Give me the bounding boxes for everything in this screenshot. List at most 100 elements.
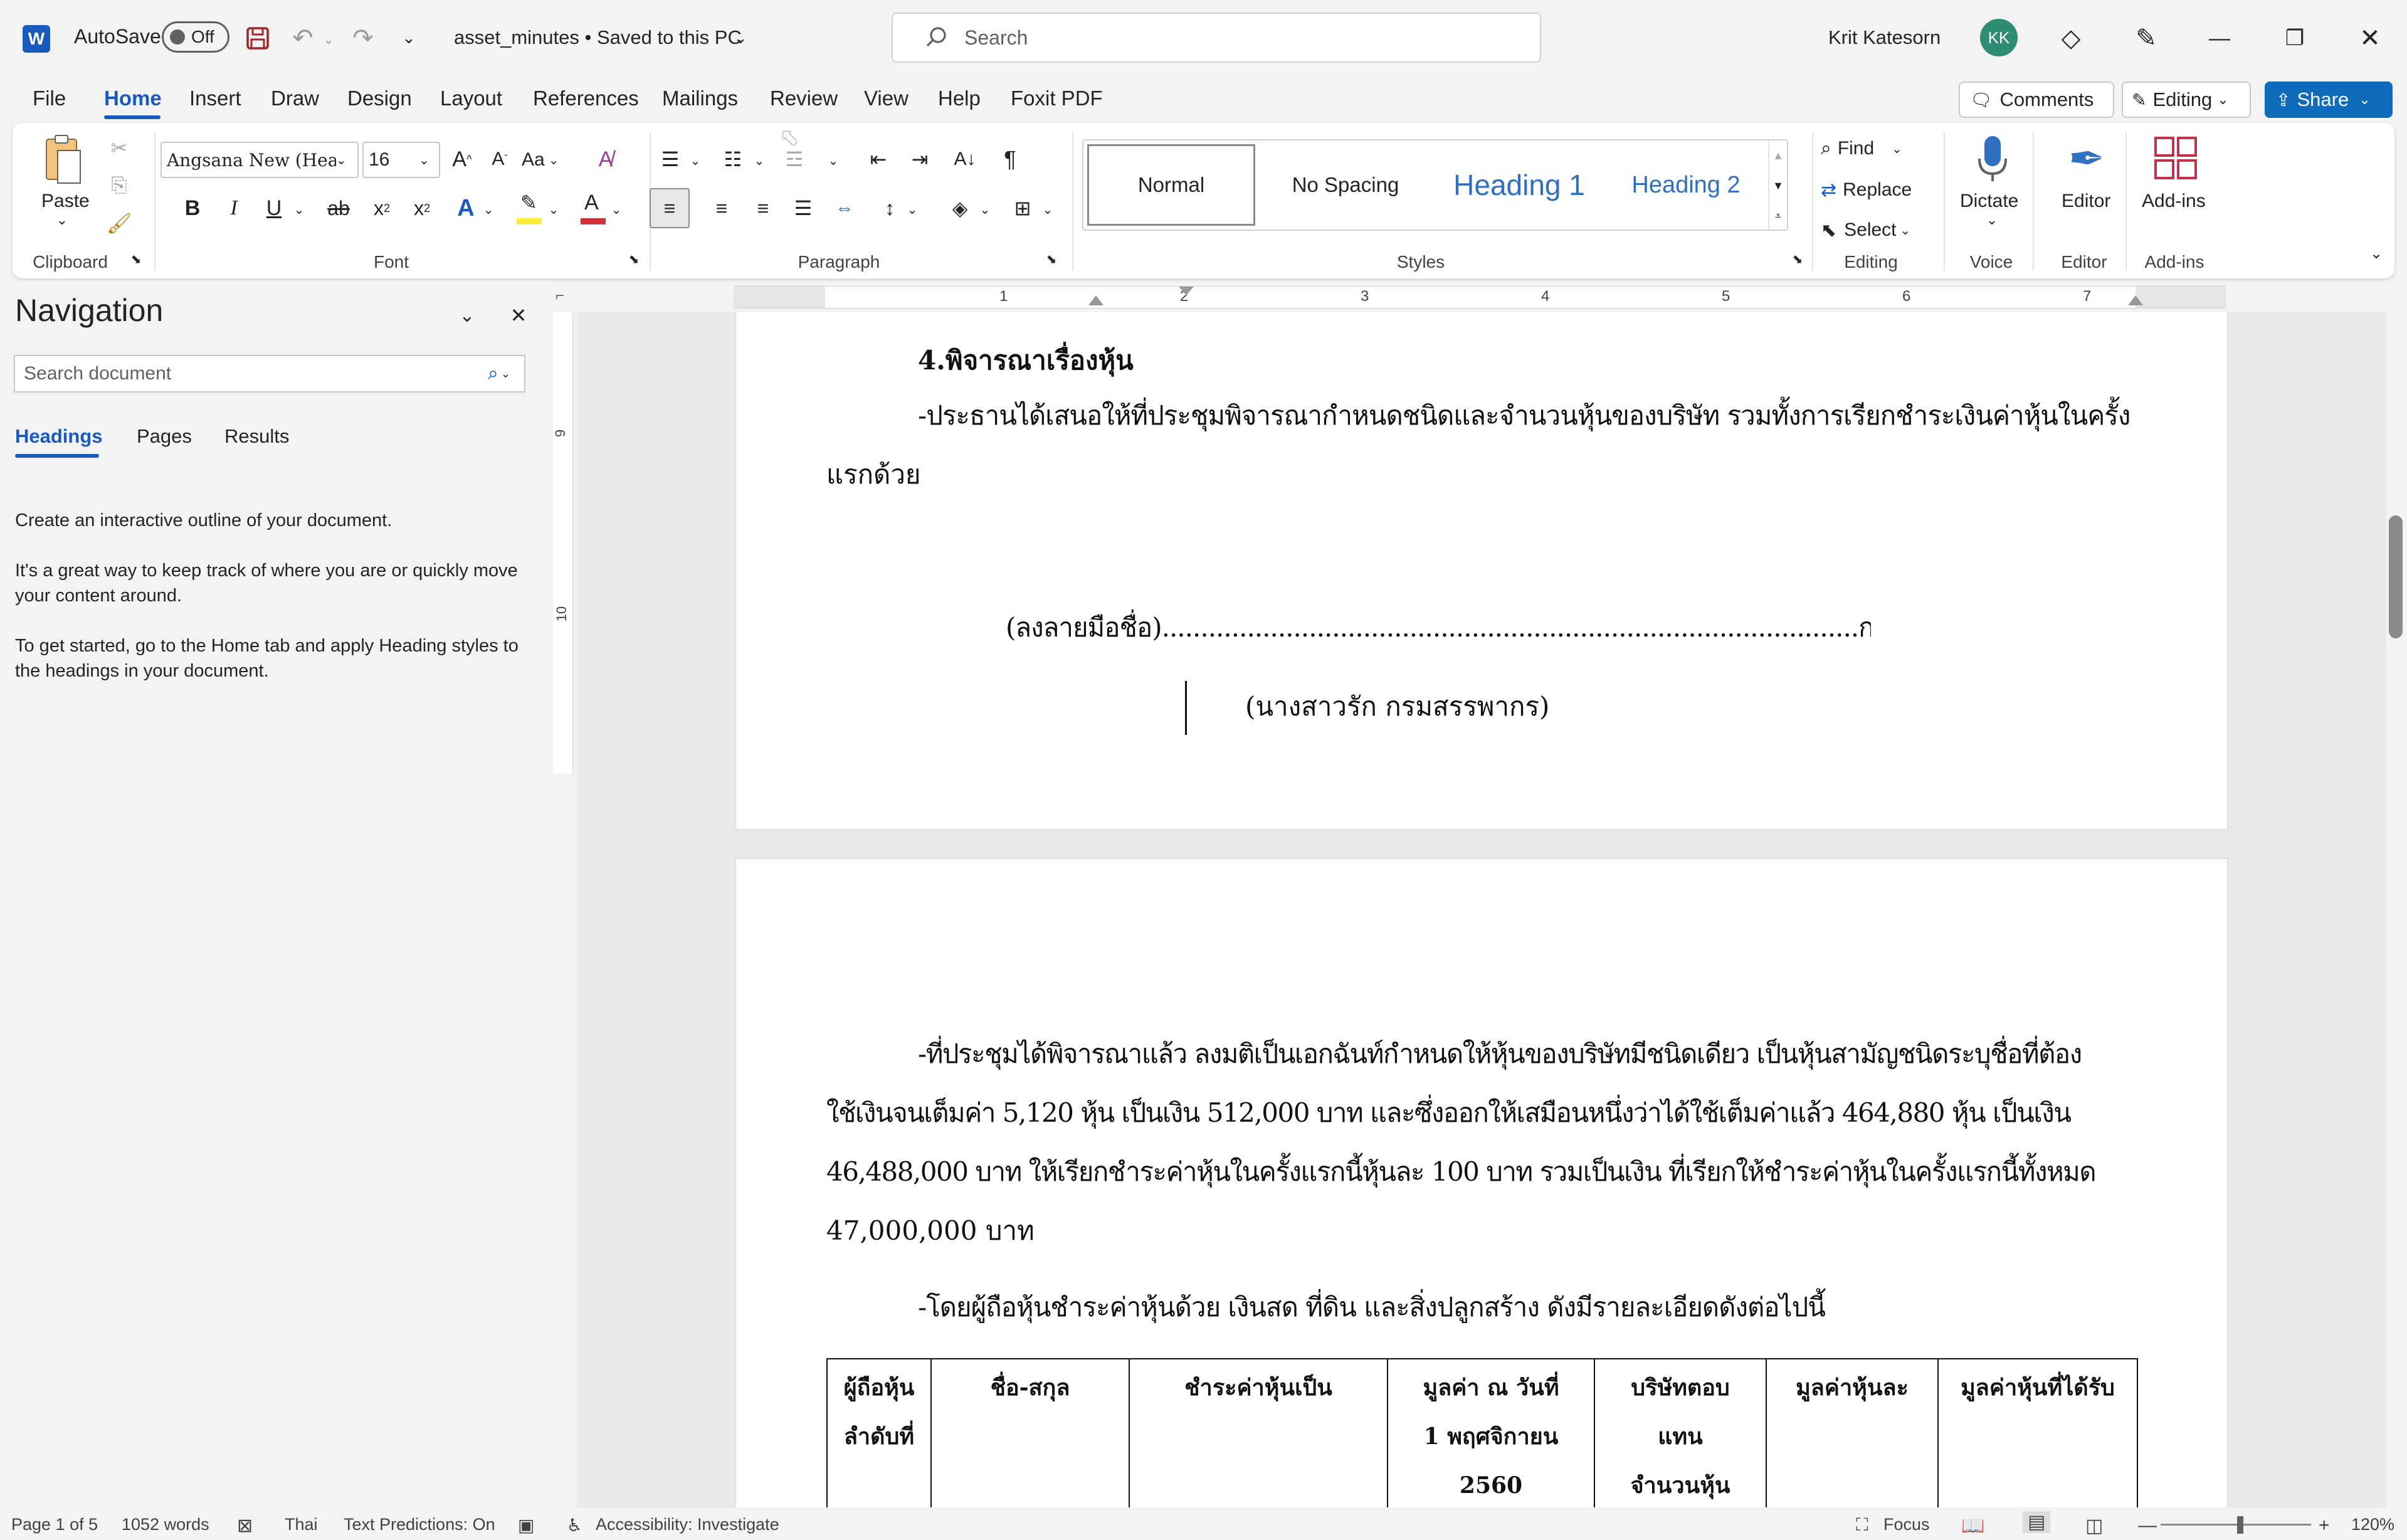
borders-chevron-icon[interactable]: ⌄ xyxy=(1041,197,1055,222)
bullets-chevron-icon[interactable]: ⌄ xyxy=(688,148,702,173)
undo-icon[interactable]: ↶ xyxy=(287,24,319,53)
increase-indent-icon[interactable]: ⇥ xyxy=(904,142,935,177)
restore-icon[interactable]: ❐ xyxy=(2276,23,2314,54)
superscript-icon[interactable]: x2 xyxy=(406,191,438,226)
paragraph-line[interactable]: ใช้เงินจนเต็มค่า 5,120 หุ้น เป็นเงิน 512… xyxy=(826,1092,2143,1134)
paste-label[interactable]: Paste xyxy=(41,191,90,212)
italic-icon[interactable]: I xyxy=(218,191,250,226)
accessibility-status[interactable]: Accessibility: Investigate xyxy=(596,1515,779,1534)
pane-options-icon[interactable]: ⌄ xyxy=(451,300,483,331)
page[interactable]: 4.พิจารณาเรื่องหุ้น -ประธานได้เสนอให้ที่… xyxy=(736,312,2227,829)
right-indent-marker[interactable] xyxy=(2128,295,2143,305)
read-mode-icon[interactable]: 📖 xyxy=(1961,1515,1984,1537)
proofing-icon[interactable]: ⊠ xyxy=(237,1515,253,1537)
dictate-label[interactable]: Dictate xyxy=(1960,191,2018,212)
cut-icon[interactable]: ✂ xyxy=(107,135,132,161)
language[interactable]: Thai xyxy=(285,1515,318,1534)
font-color-chevron-icon[interactable]: ⌄ xyxy=(609,197,623,222)
table-header-cell[interactable]: บริษัทตอบ แทน จำนวนหุ้น xyxy=(1594,1358,1767,1507)
strikethrough-icon[interactable]: ab xyxy=(321,191,356,226)
justify-icon[interactable]: ☰ xyxy=(787,191,819,226)
left-indent-marker[interactable] xyxy=(1088,295,1103,305)
section-heading[interactable]: 4.พิจารณาเรื่องหุ้น xyxy=(918,340,1134,381)
editing-mode-button[interactable]: ✎ Editing ⌄ xyxy=(2122,82,2251,118)
focus-label[interactable]: Focus xyxy=(1883,1515,1930,1534)
font-name-select[interactable]: Angsana New (Headi ⌄ xyxy=(161,142,359,178)
collapse-ribbon-icon[interactable]: ⌄ xyxy=(2365,242,2388,265)
numbering-chevron-icon[interactable]: ⌄ xyxy=(752,148,766,173)
borders-icon[interactable]: ⊞ xyxy=(1007,191,1038,226)
accessibility-icon[interactable]: ♿ xyxy=(567,1515,582,1536)
paste-icon[interactable] xyxy=(41,132,85,188)
font-color-icon[interactable]: A xyxy=(577,191,608,226)
select-button[interactable]: ⬉ Select ⌄ xyxy=(1821,214,1910,246)
diamond-icon[interactable]: ◇ xyxy=(2055,23,2087,54)
line-spacing-chevron-icon[interactable]: ⌄ xyxy=(905,197,919,222)
zoom-slider-thumb[interactable] xyxy=(2237,1516,2243,1534)
search-document-input[interactable]: Search document ⌕ ⌄ xyxy=(14,355,525,393)
bullets-icon[interactable]: ☰ xyxy=(655,142,686,177)
styles-down-icon[interactable]: ▼ xyxy=(1769,173,1787,198)
underline-chevron-icon[interactable]: ⌄ xyxy=(292,197,306,222)
replace-button[interactable]: ⇄ Replace xyxy=(1821,174,1912,206)
editor-label[interactable]: Editor xyxy=(2062,191,2110,212)
style-heading-2[interactable]: Heading 2 xyxy=(1608,144,1764,226)
avatar[interactable]: KK xyxy=(1980,19,2018,56)
table-header-cell[interactable]: ชำระค่าหุ้นเป็น xyxy=(1129,1358,1388,1507)
share-button[interactable]: ⇪ Share ⌄ xyxy=(2265,82,2393,118)
focus-icon[interactable]: ⛶ xyxy=(1856,1515,1868,1536)
ruler-corner[interactable]: ⌐ xyxy=(556,287,572,304)
paragraph-line[interactable]: 47,000,000 บาท xyxy=(826,1210,1035,1252)
bold-icon[interactable]: B xyxy=(177,191,208,226)
table-header-cell[interactable]: มูลค่าหุ้นที่ได้รับ xyxy=(1937,1358,2138,1507)
editor-icon[interactable]: ✒ xyxy=(2062,132,2112,186)
shading-icon[interactable]: ◈ xyxy=(944,191,976,226)
underline-icon[interactable]: U xyxy=(258,191,290,226)
decrease-indent-icon[interactable]: ⇤ xyxy=(863,142,894,177)
tab-file[interactable]: File xyxy=(33,87,66,110)
table-header-cell[interactable]: มูลค่า ณ วันที่ 1 พฤศจิกายน 2560 xyxy=(1387,1358,1595,1507)
pen-icon[interactable]: ✎ xyxy=(2130,23,2162,54)
highlight-icon[interactable]: ✎ xyxy=(514,191,545,226)
paragraph-launcher-icon[interactable]: ⬊ xyxy=(1043,251,1060,267)
multilevel-chevron-icon[interactable]: ⌄ xyxy=(826,148,840,173)
text-effects-icon[interactable]: A xyxy=(450,191,482,226)
tab-help[interactable]: Help xyxy=(938,87,981,110)
tab-draw[interactable]: Draw xyxy=(271,87,319,110)
highlight-chevron-icon[interactable]: ⌄ xyxy=(547,197,561,222)
paragraph-line[interactable]: -โดยผู้ถือหุ้นชำระค่าหุ้นด้วย เงินสด ที่… xyxy=(918,1287,1826,1328)
first-line-indent-marker[interactable] xyxy=(1179,287,1194,295)
style-heading-1[interactable]: Heading 1 xyxy=(1432,144,1606,226)
font-launcher-icon[interactable]: ⬊ xyxy=(626,251,642,267)
tab-home[interactable]: Home xyxy=(104,87,162,110)
styles-more-icon[interactable]: ⩡ xyxy=(1769,203,1787,228)
comments-button[interactable]: 🗨 Comments xyxy=(1959,82,2114,118)
line-spacing-icon[interactable]: ↕ xyxy=(874,191,905,226)
table-header-cell[interactable]: ผู้ถือหุ้น ลำดับที่ xyxy=(826,1358,932,1507)
grow-font-icon[interactable]: A ^ xyxy=(446,142,478,177)
page-count[interactable]: Page 1 of 5 xyxy=(11,1515,98,1534)
zoom-in-icon[interactable]: + xyxy=(2319,1515,2330,1536)
font-size-select[interactable]: 16 ⌄ xyxy=(362,142,440,178)
paragraph-line[interactable]: 46,488,000 บาท ให้เรียกชำระค่าหุ้นในครั้… xyxy=(826,1151,2206,1193)
show-formatting-marks-icon[interactable]: ¶ xyxy=(994,142,1026,177)
numbering-icon[interactable]: ☷ xyxy=(717,142,749,177)
close-icon[interactable]: ✕ xyxy=(2351,23,2389,54)
page[interactable]: -ที่ประชุมได้พิจารณาแล้ว ลงมติเป็นเอกฉัน… xyxy=(736,859,2227,1507)
nav-tab-headings[interactable]: Headings xyxy=(15,425,103,448)
word-count[interactable]: 1052 words xyxy=(122,1515,209,1534)
signer-name[interactable]: (นางสาวรัก กรมสรรพากร) xyxy=(1245,686,1549,727)
tab-review[interactable]: Review xyxy=(770,87,838,110)
nav-tab-pages[interactable]: Pages xyxy=(137,425,192,448)
autosave-toggle[interactable]: Off xyxy=(162,21,229,53)
nav-tab-results[interactable]: Results xyxy=(224,425,289,448)
paragraph-line[interactable]: แรกด้วย xyxy=(826,454,921,495)
search-box[interactable]: Search xyxy=(892,13,1541,63)
chevron-down-icon[interactable]: ⌄ xyxy=(321,30,336,49)
text-effects-chevron-icon[interactable]: ⌄ xyxy=(482,197,495,222)
document-title[interactable]: asset_minutes • Saved to this PC xyxy=(454,26,742,49)
close-pane-icon[interactable]: ✕ xyxy=(503,300,534,331)
scrollbar-thumb[interactable] xyxy=(2389,515,2403,638)
tab-foxit-pdf[interactable]: Foxit PDF xyxy=(1011,87,1103,110)
table-header-cell[interactable]: มูลค่าหุ้นละ xyxy=(1766,1358,1939,1507)
